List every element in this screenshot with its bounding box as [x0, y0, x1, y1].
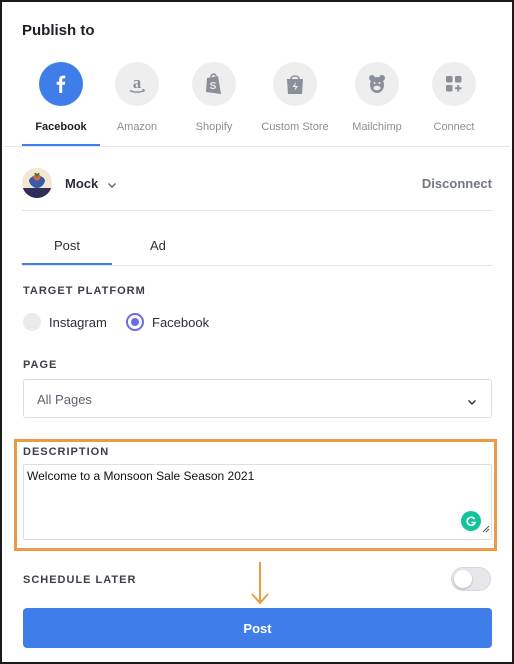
divider: [22, 210, 492, 211]
tab-ad[interactable]: Ad: [150, 238, 166, 253]
grammarly-icon[interactable]: [461, 511, 481, 531]
description-textarea[interactable]: Welcome to a Monsoon Sale Season 2021: [23, 464, 492, 540]
radio-button[interactable]: [23, 313, 41, 331]
page-select-value: All Pages: [37, 392, 92, 407]
target-platform-label: TARGET PLATFORM: [23, 285, 146, 297]
platform-label: Amazon: [116, 121, 158, 133]
post-button[interactable]: Post: [23, 608, 492, 648]
store-bolt-icon: [273, 62, 317, 106]
platform-custom-store[interactable]: Custom Store: [255, 62, 335, 133]
arrow-down-icon: [251, 561, 269, 610]
shopify-icon: S: [192, 62, 236, 106]
radio-label: Instagram: [49, 314, 107, 330]
platform-label: Connect: [433, 121, 475, 133]
post-type-tabs: Post Ad: [22, 228, 492, 265]
page-label: PAGE: [23, 359, 58, 371]
radio-instagram[interactable]: Instagram: [23, 313, 107, 331]
platform-label: Shopify: [195, 121, 233, 133]
platform-label: Facebook: [35, 121, 87, 133]
radio-button[interactable]: [126, 313, 144, 331]
publish-panel: Publish to Facebook a Amazon S Shopify C…: [0, 0, 514, 664]
amazon-icon: a: [115, 62, 159, 106]
page-select[interactable]: All Pages: [23, 379, 492, 418]
resize-handle-icon[interactable]: [482, 520, 490, 538]
platform-selector: Facebook a Amazon S Shopify Custom Store…: [22, 62, 492, 146]
schedule-later-label: SCHEDULE LATER: [23, 574, 137, 586]
avatar: [22, 168, 52, 198]
panel-title: Publish to: [22, 22, 95, 39]
platform-facebook[interactable]: Facebook: [21, 62, 101, 133]
facebook-icon: [39, 62, 83, 106]
toggle-knob: [454, 570, 472, 588]
platform-shopify[interactable]: S Shopify: [174, 62, 254, 133]
radio-label: Facebook: [152, 314, 210, 330]
chevron-down-icon[interactable]: [107, 177, 117, 195]
platform-connect[interactable]: Connect: [414, 62, 494, 133]
platform-label: Custom Store: [261, 121, 329, 133]
divider: [22, 265, 492, 266]
platform-label: Mailchimp: [352, 121, 402, 133]
platform-amazon[interactable]: a Amazon: [97, 62, 177, 133]
account-name[interactable]: Mock: [65, 176, 98, 191]
divider: [4, 146, 510, 147]
tab-post[interactable]: Post: [54, 238, 80, 253]
svg-text:a: a: [133, 73, 142, 92]
add-apps-icon: [432, 62, 476, 106]
disconnect-button[interactable]: Disconnect: [422, 176, 492, 191]
schedule-later-toggle[interactable]: [451, 567, 491, 591]
mailchimp-icon: [355, 62, 399, 106]
description-text: Welcome to a Monsoon Sale Season 2021: [27, 469, 255, 483]
platform-mailchimp[interactable]: Mailchimp: [337, 62, 417, 133]
account-row: Mock Disconnect: [22, 168, 492, 198]
radio-facebook[interactable]: Facebook: [126, 313, 209, 331]
description-label: DESCRIPTION: [23, 446, 110, 458]
svg-text:S: S: [210, 81, 217, 92]
chevron-down-icon: [467, 394, 477, 412]
